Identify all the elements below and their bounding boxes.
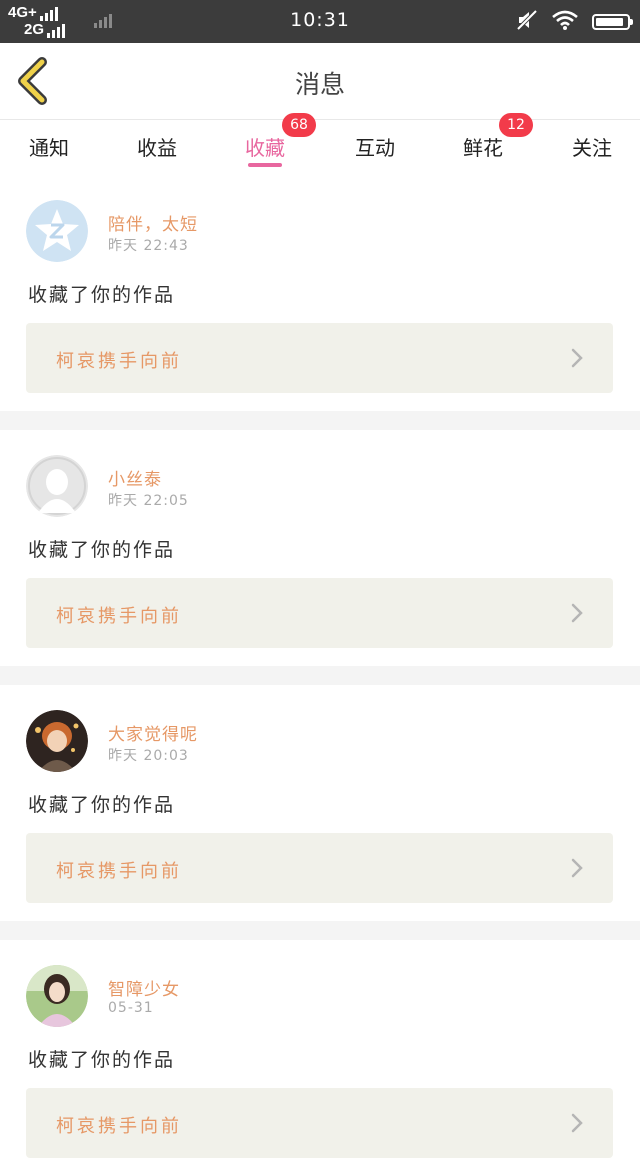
battery-icon [592, 14, 633, 30]
message-card: 陪伴，太短 昨天 22:43 收藏了你的作品 柯哀携手向前 [0, 175, 640, 411]
work-title: 柯哀携手向前 [56, 861, 182, 882]
mute-icon [516, 9, 538, 35]
user-avatar[interactable] [26, 200, 88, 262]
work-link[interactable]: 柯哀携手向前 [26, 1088, 613, 1158]
chevron-right-icon [571, 348, 583, 368]
work-link[interactable]: 柯哀携手向前 [26, 578, 613, 648]
favorites-count-badge: 68 [282, 113, 316, 137]
tab-notifications[interactable]: 通知 [9, 132, 89, 161]
action-text: 收藏了你的作品 [28, 284, 176, 306]
active-tab-indicator [248, 163, 282, 167]
action-text: 收藏了你的作品 [28, 1049, 176, 1071]
message-card: 小丝泰 昨天 22:05 收藏了你的作品 柯哀携手向前 [0, 430, 640, 666]
message-time: 昨天 22:43 [108, 238, 189, 254]
tab-follows[interactable]: 关注 [552, 132, 632, 161]
tab-earnings[interactable]: 收益 [117, 132, 197, 161]
user-avatar[interactable] [26, 710, 88, 772]
status-bar: 4G+ 2G 10:31 [0, 0, 640, 43]
action-text: 收藏了你的作品 [28, 794, 176, 816]
chevron-right-icon [571, 858, 583, 878]
message-time: 昨天 22:05 [108, 493, 189, 509]
username[interactable]: 陪伴，太短 [108, 210, 198, 235]
anime-avatar-icon [26, 710, 88, 772]
tab-interactions[interactable]: 互动 [335, 132, 415, 161]
message-card: 智障少女 05-31 收藏了你的作品 柯哀携手向前 [0, 940, 640, 1176]
header: 消息 [0, 43, 640, 119]
default-avatar-icon [26, 455, 88, 517]
work-title: 柯哀携手向前 [56, 1116, 182, 1137]
wifi-icon [552, 10, 578, 34]
user-avatar[interactable] [26, 965, 88, 1027]
username[interactable]: 大家觉得呢 [108, 720, 198, 745]
work-title: 柯哀携手向前 [56, 351, 182, 372]
page-title: 消息 [294, 70, 345, 99]
action-text: 收藏了你的作品 [28, 539, 176, 561]
user-avatar[interactable] [26, 455, 88, 517]
tab-bar: 通知 收益 收藏 互动 鲜花 关注 68 12 [0, 113, 640, 175]
work-title: 柯哀携手向前 [56, 606, 182, 627]
work-link[interactable]: 柯哀携手向前 [26, 833, 613, 903]
message-card: 大家觉得呢 昨天 20:03 收藏了你的作品 柯哀携手向前 [0, 685, 640, 921]
chevron-right-icon [571, 603, 583, 623]
work-link[interactable]: 柯哀携手向前 [26, 323, 613, 393]
flowers-count-badge: 12 [499, 113, 533, 137]
girl-photo-avatar-icon [26, 965, 88, 1027]
username[interactable]: 智障少女 [108, 975, 180, 1000]
chevron-right-icon [571, 1113, 583, 1133]
message-time: 昨天 20:03 [108, 748, 189, 764]
qq-star-avatar-icon [26, 200, 88, 262]
message-time: 05-31 [108, 1000, 154, 1016]
username[interactable]: 小丝泰 [108, 465, 162, 490]
